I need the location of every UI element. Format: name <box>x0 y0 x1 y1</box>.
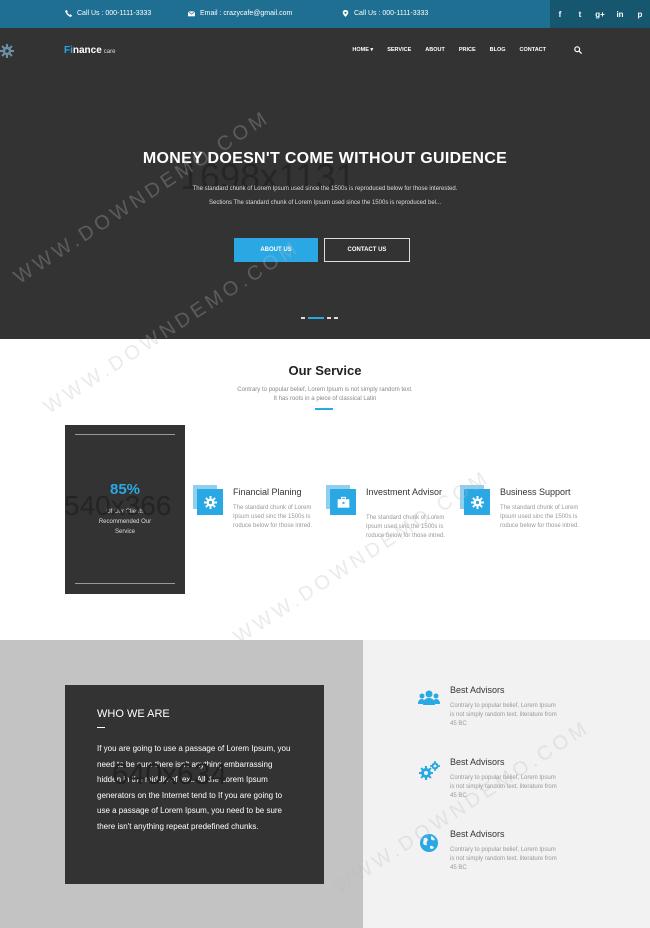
logo-tagline: care <box>103 49 116 55</box>
map-marker-icon <box>342 10 349 17</box>
nav-contact[interactable]: CONTACT <box>520 47 546 53</box>
who-we-are-title: WHO WE ARE <box>97 708 170 720</box>
phone-text-2: Call Us : 000-1111-3333 <box>354 10 429 17</box>
gear-icon <box>193 485 225 517</box>
contact-phone[interactable]: Call Us : 000-1111-3333 <box>65 10 151 17</box>
briefcase-icon <box>326 485 358 517</box>
logo-name: nance <box>72 45 102 56</box>
feature-title: Business Support <box>500 487 571 497</box>
slider-dot-active[interactable] <box>308 317 324 319</box>
gears-icon <box>418 760 440 782</box>
advisor-desc: Contrary to popular belief, Lorem Ipsum … <box>450 775 557 799</box>
nav-price[interactable]: PRICE <box>459 47 476 53</box>
phone-text: Call Us : 000-1111-3333 <box>77 10 152 17</box>
feature-title: Financial Planing <box>233 487 302 497</box>
about-us-button[interactable]: ABOUT US <box>234 238 318 262</box>
service-subtitle-2: It has roots in a piece of classical Lat… <box>273 396 377 402</box>
phone-icon <box>65 10 72 17</box>
contact-email[interactable]: Email : crazycafe@gmail.com <box>188 10 292 17</box>
title-underline <box>315 408 333 410</box>
hero-text-1: The standard chunk of Lorem Ipsum used s… <box>192 186 458 192</box>
nav-service[interactable]: SERVICE <box>387 47 411 53</box>
social-links: f t g+ in p <box>550 0 650 28</box>
advisor-desc: Contrary to popular belief, Lorem Ipsum … <box>450 847 557 871</box>
about-image-placeholder: 640x634 <box>112 758 228 791</box>
envelope-icon <box>188 11 195 17</box>
nav-blog[interactable]: BLOG <box>490 47 506 53</box>
clients-image-placeholder: 540x366 <box>64 490 172 521</box>
divider <box>75 434 175 435</box>
logo-accent: Fi <box>64 45 73 56</box>
advisor-title: Best Advisors <box>450 829 505 839</box>
contact-phone-2[interactable]: Call Us : 000-1111-3333 <box>342 10 428 17</box>
title-underline <box>97 727 105 728</box>
feature-desc: The standard chunk of Lorem Ipsum used s… <box>500 505 580 529</box>
search-icon[interactable] <box>574 46 582 54</box>
advisor-desc: Contrary to popular belief, Lorem Ipsum … <box>450 703 557 727</box>
twitter-icon[interactable]: t <box>570 0 590 28</box>
nav-home[interactable]: HOME ▾ <box>352 47 373 53</box>
advisor-title: Best Advisors <box>450 685 505 695</box>
linkedin-icon[interactable]: in <box>610 0 630 28</box>
hero-title: MONEY DOESN'T COME WITHOUT GUIDENCE <box>142 150 508 167</box>
slider-dot[interactable] <box>334 317 338 319</box>
main-nav: HOME ▾ SERVICE ABOUT PRICE BLOG CONTACT <box>352 47 546 53</box>
google-plus-icon[interactable]: g+ <box>590 0 610 28</box>
nav-about[interactable]: ABOUT <box>425 47 445 53</box>
service-title: Our Service <box>288 363 362 378</box>
slider-dots <box>301 317 338 319</box>
slider-dot[interactable] <box>301 317 305 319</box>
contact-us-button[interactable]: CONTACT US <box>324 238 410 262</box>
site-logo[interactable]: Finance care <box>64 45 115 56</box>
feature-title: Investment Advisor <box>366 487 443 497</box>
gear-icon <box>460 485 492 517</box>
top-bar: Call Us : 000-1111-3333 Email : crazycaf… <box>0 0 650 28</box>
hero-slider: Finance care HOME ▾ SERVICE ABOUT PRICE B… <box>0 28 650 339</box>
service-subtitle-1: Contrary to popular belief, Lorem Ipsum … <box>237 387 413 393</box>
feature-desc: The standard chunk of Lorem Ipsum used s… <box>366 515 446 539</box>
pinterest-icon[interactable]: p <box>630 0 650 28</box>
hero-text-2: Sections The standard chunk of Lorem Ips… <box>208 200 442 206</box>
divider <box>75 583 175 584</box>
slider-dot[interactable] <box>327 317 331 319</box>
globe-icon <box>418 832 440 854</box>
email-text: Email : crazycafe@gmail.com <box>200 10 293 17</box>
feature-desc: The standard chunk of Lorem Ipsum used s… <box>233 505 313 529</box>
settings-gear-icon[interactable] <box>0 44 14 58</box>
facebook-icon[interactable]: f <box>550 0 570 28</box>
users-icon <box>418 688 440 710</box>
page: Call Us : 000-1111-3333 Email : crazycaf… <box>0 0 650 928</box>
advisor-title: Best Advisors <box>450 757 505 767</box>
